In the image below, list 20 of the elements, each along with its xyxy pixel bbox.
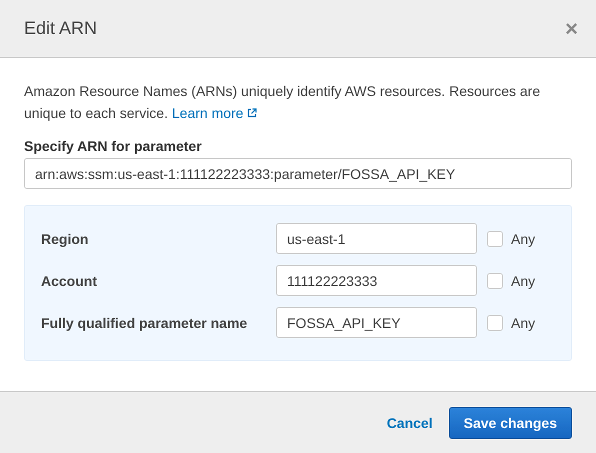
arn-input-field[interactable]: arn:aws:ssm:us-east-1:111122223333:parameter/FOSSA_API_KEY [24, 158, 572, 189]
any-checkbox[interactable] [487, 230, 503, 246]
any-label: Any [511, 314, 536, 330]
part-input-field[interactable]: FOSSA_API_KEY [276, 307, 477, 338]
cancel-link[interactable]: Cancel [386, 414, 433, 430]
description-text: Amazon Resource Names (ARNs) uniquely identify AWS resources. Resources are unique to each service. Learn more [24, 82, 542, 123]
save-changes-button[interactable]: Save changes [448, 406, 572, 438]
any-checkbox[interactable] [487, 272, 503, 288]
any-checkbox[interactable] [487, 314, 503, 330]
part-label: Fully qualified parameter name [41, 314, 248, 330]
learn-more-link[interactable]: Learn more [172, 105, 258, 121]
part-input-field[interactable]: us-east-1 [276, 223, 477, 254]
part-label: Account [41, 272, 98, 288]
part-input-field[interactable]: 111122223333 [276, 265, 477, 296]
field-label: Specify ARN for parameter [24, 138, 203, 154]
dialog-title: Edit ARN [24, 18, 98, 39]
any-label: Any [511, 230, 536, 246]
any-label: Any [511, 272, 536, 288]
external-link-icon [247, 108, 258, 118]
part-label: Region [41, 230, 90, 246]
